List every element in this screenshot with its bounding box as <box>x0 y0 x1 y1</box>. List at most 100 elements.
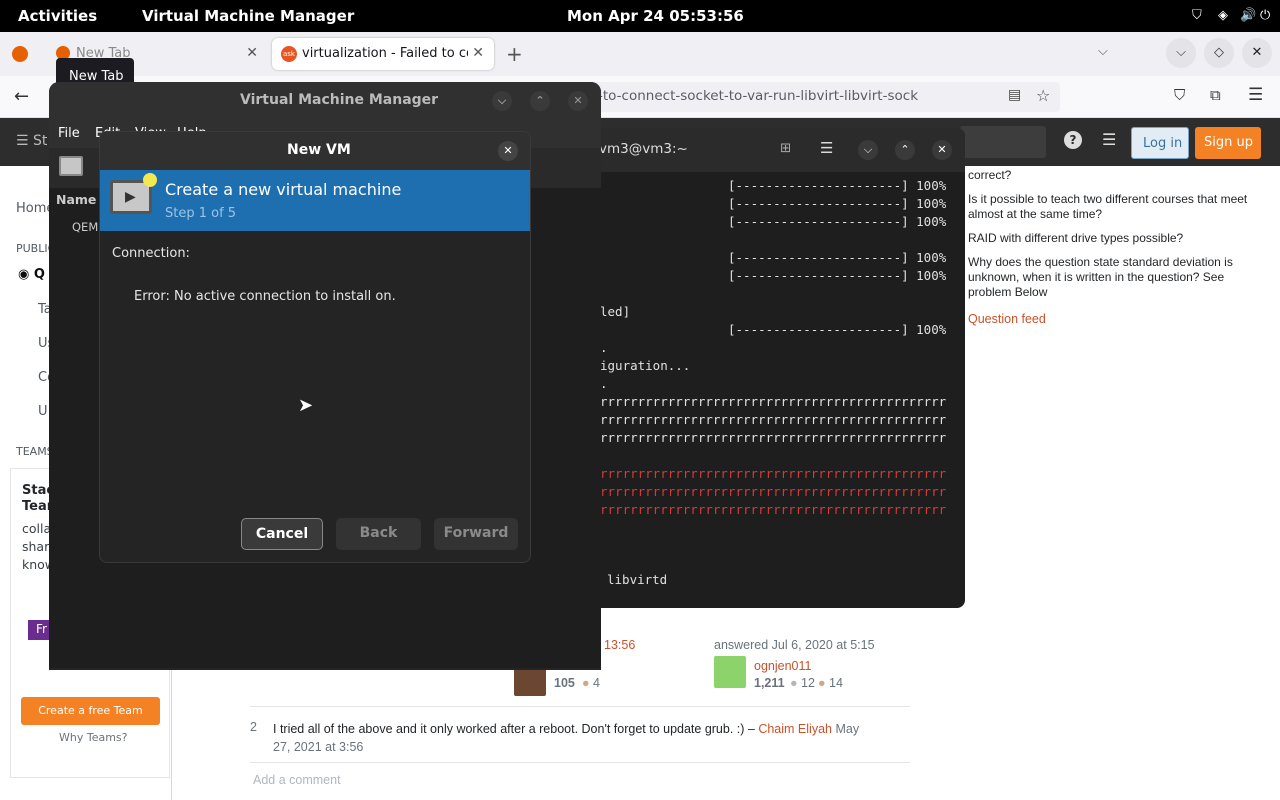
terminal-line: rrrrrrrrrrrrrrrrrrrrrrrrrrrrrrrrrrrrrrrr… <box>600 484 947 499</box>
vmm-titlebar: Virtual Machine Manager ⌵ ⌃ ✕ <box>49 82 601 120</box>
answered-label: answered Jul 6, 2020 at 5:15 <box>714 638 875 652</box>
why-teams-link[interactable]: Why Teams? <box>59 731 128 744</box>
url-text: -to-connect-socket-to-var-run-libvirt-li… <box>598 88 919 104</box>
close-icon[interactable]: ✕ <box>498 141 518 161</box>
wizard-heading: Create a new virtual machine <box>165 180 402 199</box>
login-button[interactable]: Log in <box>1131 127 1189 159</box>
question-link[interactable]: RAID with different drive types possible… <box>968 231 1248 246</box>
terminal-line: rrrrrrrrrrrrrrrrrrrrrrrrrrrrrrrrrrrrrrrr… <box>600 430 947 445</box>
nav-unanswered[interactable]: U <box>38 404 48 419</box>
site-switcher-icon[interactable]: ☰ <box>1102 130 1116 149</box>
minimize-icon[interactable]: ⌵ <box>858 140 878 160</box>
back-arrow-icon[interactable]: ← <box>14 86 29 107</box>
activities-button[interactable]: Activities <box>18 7 97 25</box>
pocket-icon[interactable]: ⛉ <box>1174 86 1185 104</box>
comment-date[interactable]: 27, 2021 at 3:56 <box>273 740 363 754</box>
user-name-link[interactable]: ognjen011 <box>754 659 811 673</box>
user-reputation: 105 <box>554 676 575 690</box>
extensions-icon[interactable]: ⧉ <box>1210 86 1221 104</box>
new-tab-icon[interactable]: + <box>506 42 523 66</box>
globe-icon: ◉ <box>18 267 34 282</box>
terminal-line: iguration... <box>600 358 691 373</box>
terminal-line: [----------------------] 100% <box>728 268 947 283</box>
chevron-down-icon[interactable]: ⌵ <box>1098 44 1108 59</box>
back-button[interactable]: Back <box>336 518 421 550</box>
new-tab-icon[interactable]: ⊞ <box>780 140 791 156</box>
avatar[interactable] <box>714 656 746 688</box>
comment-author-link[interactable]: Chaim Eliyah <box>758 722 832 736</box>
terminal-title: vm3@vm3:~ <box>599 141 688 157</box>
terminal-line: libvirtd <box>607 572 668 587</box>
terminal-line: rrrrrrrrrrrrrrrrrrrrrrrrrrrrrrrrrrrrrrrr… <box>600 502 947 517</box>
sparkle-icon <box>143 173 157 187</box>
bronze-badge: ● 14 <box>818 676 843 690</box>
nav-questions[interactable]: ◉ Q <box>18 267 45 282</box>
close-icon[interactable]: ✕ <box>472 45 484 61</box>
add-comment-link[interactable]: Add a comment <box>253 773 341 787</box>
network-icon[interactable]: ◈ <box>1218 8 1228 23</box>
minimize-icon[interactable]: ⌵ <box>1166 38 1196 68</box>
close-icon[interactable]: ✕ <box>246 45 258 61</box>
tab-virtualization[interactable]: ask virtualization - Failed to co ✕ <box>272 38 494 70</box>
app-menu[interactable]: Virtual Machine Manager <box>142 7 354 25</box>
bronze-badge: ● 4 <box>582 676 600 690</box>
forward-button[interactable]: Forward <box>434 518 518 550</box>
close-icon[interactable]: ✕ <box>932 140 952 160</box>
vmm-title: Virtual Machine Manager <box>240 92 439 108</box>
clock[interactable]: Mon Apr 24 05:53:56 <box>567 7 744 25</box>
accessibility-icon[interactable]: ⛉ <box>1192 8 1202 23</box>
badge-count: 4 <box>593 676 600 690</box>
divider <box>250 706 910 707</box>
bookmark-star-icon[interactable]: ☆ <box>1036 86 1050 105</box>
question-link[interactable]: Why does the question state standard dev… <box>968 255 1248 300</box>
cancel-button[interactable]: Cancel <box>241 518 323 550</box>
terminal-line: led] <box>600 304 631 319</box>
new-vm-monitor-icon[interactable] <box>59 156 83 176</box>
close-icon[interactable]: ✕ <box>568 91 588 111</box>
related-questions: correct? Is it possible to teach two dif… <box>968 168 1248 336</box>
create-team-button[interactable]: Create a free Team <box>21 697 160 725</box>
url-bar[interactable]: -to-connect-socket-to-var-run-libvirt-li… <box>590 82 1060 112</box>
reader-view-icon[interactable]: ▤ <box>1008 87 1021 103</box>
help-icon[interactable]: ? <box>1064 131 1082 149</box>
teams-text: colla <box>22 521 52 536</box>
mouse-cursor-icon: ➤ <box>298 395 314 416</box>
hamburger-menu-icon[interactable]: ☰ <box>1248 85 1263 105</box>
comment-date[interactable]: May <box>835 722 859 736</box>
monitor-icon: ▶ <box>110 173 157 214</box>
tab-label: virtualization - Failed to co <box>302 46 468 61</box>
minimize-icon[interactable]: ⌵ <box>492 91 512 111</box>
question-link[interactable]: Is it possible to teach two different co… <box>968 192 1248 222</box>
terminal-line: rrrrrrrrrrrrrrrrrrrrrrrrrrrrrrrrrrrrrrrr… <box>600 394 947 409</box>
so-logo-icon[interactable]: ☰ St <box>16 133 47 149</box>
column-header-name[interactable]: Name <box>56 192 96 207</box>
firefox-tab-strip: New Tab ✕ ask virtualization - Failed to… <box>0 32 1280 76</box>
signup-button[interactable]: Sign up <box>1195 127 1261 159</box>
question-link[interactable]: correct? <box>968 168 1248 183</box>
maximize-icon[interactable]: ⌃ <box>895 140 915 160</box>
dialog-title: New VM <box>287 142 351 158</box>
terminal-line: rrrrrrrrrrrrrrrrrrrrrrrrrrrrrrrrrrrrrrrr… <box>600 412 947 427</box>
askubuntu-icon: ask <box>281 46 297 62</box>
dialog-titlebar: New VM ✕ <box>100 132 530 170</box>
answer-time[interactable]: 13:56 <box>604 638 635 652</box>
terminal-line: [----------------------] 100% <box>728 178 947 193</box>
maximize-icon[interactable]: ◇ <box>1204 38 1234 68</box>
divider <box>250 762 910 763</box>
comment: I tried all of the above and it only wor… <box>273 720 903 756</box>
search-input[interactable] <box>960 126 1046 158</box>
terminal-line: [----------------------] 100% <box>728 322 947 337</box>
firefox-view-icon[interactable] <box>12 46 28 62</box>
terminal-line: [----------------------] 100% <box>728 196 947 211</box>
wizard-step: Step 1 of 5 <box>165 206 237 221</box>
power-icon[interactable]: ⏻ <box>1260 8 1270 23</box>
question-feed-link[interactable]: Question feed <box>968 312 1248 327</box>
connection-label: Connection: <box>112 246 190 261</box>
comment-text: I tried all of the above and it only wor… <box>273 722 755 736</box>
volume-icon[interactable]: 🔊 <box>1240 8 1256 23</box>
menu-icon[interactable]: ☰ <box>820 139 833 157</box>
silver-badge: ● 12 <box>790 676 815 690</box>
close-window-icon[interactable]: ✕ <box>1242 38 1272 68</box>
maximize-icon[interactable]: ⌃ <box>530 91 550 111</box>
menu-file[interactable]: File <box>58 126 80 141</box>
